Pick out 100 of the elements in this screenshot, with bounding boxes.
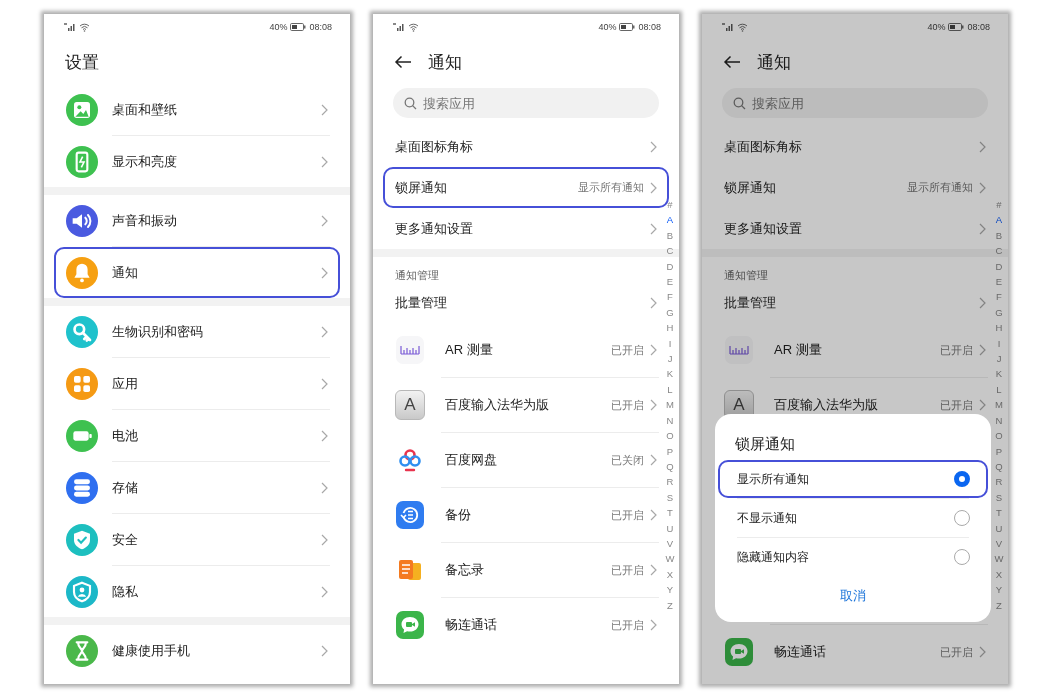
index-letter[interactable]: S	[666, 489, 674, 506]
index-letter[interactable]: G	[995, 304, 1003, 321]
item-label: 生物识别和密码	[112, 322, 204, 341]
app-row[interactable]: 畅连通话 已开启	[712, 625, 998, 679]
index-letter[interactable]: Q	[666, 458, 674, 475]
chevron-icon	[321, 266, 328, 279]
back-icon[interactable]	[723, 55, 741, 69]
settings-item[interactable]: 生物识别和密码	[54, 306, 340, 357]
index-letter[interactable]: A	[666, 212, 674, 228]
index-letter[interactable]: V	[995, 535, 1003, 552]
index-letter[interactable]: C	[995, 243, 1003, 259]
index-letter[interactable]: C	[666, 243, 674, 259]
chevron-icon	[650, 297, 657, 309]
index-letter[interactable]: N	[995, 412, 1003, 429]
index-letter[interactable]: Q	[995, 458, 1003, 475]
index-letter[interactable]: L	[667, 381, 673, 398]
item-label: 桌面和壁纸	[112, 100, 178, 119]
wifi-icon	[79, 22, 90, 32]
settings-item[interactable]: 显示和亮度	[54, 136, 340, 187]
radio-button[interactable]	[954, 471, 970, 487]
index-letter[interactable]: I	[668, 335, 672, 352]
index-letter[interactable]: H	[666, 320, 674, 336]
back-icon[interactable]	[394, 55, 412, 69]
search-field[interactable]: 搜索应用	[393, 88, 659, 118]
radio-option[interactable]: 隐藏通知内容	[718, 538, 988, 576]
settings-row[interactable]: 桌面图标角标	[383, 126, 669, 167]
settings-item[interactable]: 声音和振动	[54, 195, 340, 246]
index-letter[interactable]: U	[995, 520, 1003, 536]
row-label: 锁屏通知	[395, 178, 448, 197]
index-letter[interactable]: N	[666, 412, 674, 429]
index-letter[interactable]: T	[667, 505, 673, 521]
index-letter[interactable]: #	[996, 197, 1002, 213]
index-letter[interactable]: T	[996, 505, 1002, 521]
index-letter[interactable]: X	[995, 566, 1003, 583]
index-letter[interactable]: H	[995, 320, 1003, 336]
dialog-title: 锁屏通知	[734, 433, 796, 454]
index-letter[interactable]: J	[667, 351, 673, 367]
settings-row[interactable]: 锁屏通知 显示所有通知	[383, 167, 669, 208]
index-letter[interactable]: B	[995, 227, 1003, 244]
index-letter[interactable]: #	[667, 197, 673, 213]
chevron-icon	[979, 344, 986, 356]
app-status: 已开启	[611, 617, 644, 633]
index-letter[interactable]: O	[995, 428, 1003, 444]
index-letter[interactable]: U	[666, 520, 674, 536]
chevron-icon	[650, 509, 657, 521]
index-letter[interactable]: K	[995, 366, 1003, 382]
index-letter[interactable]: E	[666, 274, 674, 290]
settings-item[interactable]: 隐私	[54, 566, 340, 617]
settings-item[interactable]: 安全	[54, 514, 340, 565]
index-letter[interactable]: Y	[666, 582, 674, 598]
index-letter[interactable]: Z	[996, 597, 1002, 613]
index-letter[interactable]: R	[666, 474, 674, 490]
index-letter[interactable]: Z	[667, 597, 673, 613]
chevron-icon	[321, 644, 328, 657]
index-letter[interactable]: O	[666, 428, 674, 444]
option-label: 隐藏通知内容	[737, 548, 810, 566]
radio-option[interactable]: 不显示通知	[718, 499, 988, 537]
chevron-icon	[979, 297, 986, 309]
settings-row[interactable]: 桌面图标角标	[712, 126, 998, 167]
index-letter[interactable]: E	[995, 274, 1003, 290]
index-letter[interactable]: F	[996, 289, 1002, 305]
index-letter[interactable]: D	[666, 258, 674, 275]
app-status: 已关闭	[611, 452, 644, 468]
cancel-button[interactable]: 取消	[793, 576, 913, 616]
index-letter[interactable]: P	[666, 443, 674, 459]
settings-item[interactable]: 应用	[54, 358, 340, 409]
index-letter[interactable]: V	[666, 535, 674, 552]
row-label: 锁屏通知	[724, 178, 777, 197]
settings-item[interactable]: 桌面和壁纸	[54, 84, 340, 135]
index-letter[interactable]: M	[666, 397, 674, 413]
index-letter[interactable]: R	[995, 474, 1003, 490]
chevron-icon	[650, 399, 657, 411]
index-letter[interactable]: P	[995, 443, 1003, 459]
index-letter[interactable]: G	[666, 304, 674, 321]
index-letter[interactable]: D	[995, 258, 1003, 275]
chevron-icon	[321, 155, 328, 168]
settings-item[interactable]: 存储	[54, 462, 340, 513]
ruler-icon	[724, 335, 754, 365]
settings-item[interactable]: 电池	[54, 410, 340, 461]
settings-item[interactable]: 健康使用手机	[54, 625, 340, 676]
index-letter[interactable]: J	[996, 351, 1002, 367]
index-letter[interactable]: S	[995, 489, 1003, 506]
index-letter[interactable]: M	[995, 397, 1003, 413]
chevron-icon	[321, 214, 328, 227]
index-letter[interactable]: L	[996, 381, 1002, 398]
app-name: 畅连通话	[774, 643, 827, 661]
section-header: 通知管理	[723, 268, 769, 283]
index-letter[interactable]: W	[994, 551, 1004, 567]
index-letter[interactable]: F	[667, 289, 673, 305]
search-field[interactable]: 搜索应用	[722, 88, 988, 118]
chevron-icon	[321, 429, 328, 442]
index-letter[interactable]: B	[666, 227, 674, 244]
chevron-icon	[321, 377, 328, 390]
index-letter[interactable]: X	[666, 566, 674, 583]
index-letter[interactable]: A	[995, 212, 1003, 228]
search-icon	[404, 96, 417, 110]
settings-row[interactable]: 锁屏通知 显示所有通知	[712, 167, 998, 208]
index-letter[interactable]: Y	[995, 582, 1003, 598]
index-letter[interactable]: K	[666, 366, 674, 382]
index-letter[interactable]: W	[665, 551, 675, 567]
